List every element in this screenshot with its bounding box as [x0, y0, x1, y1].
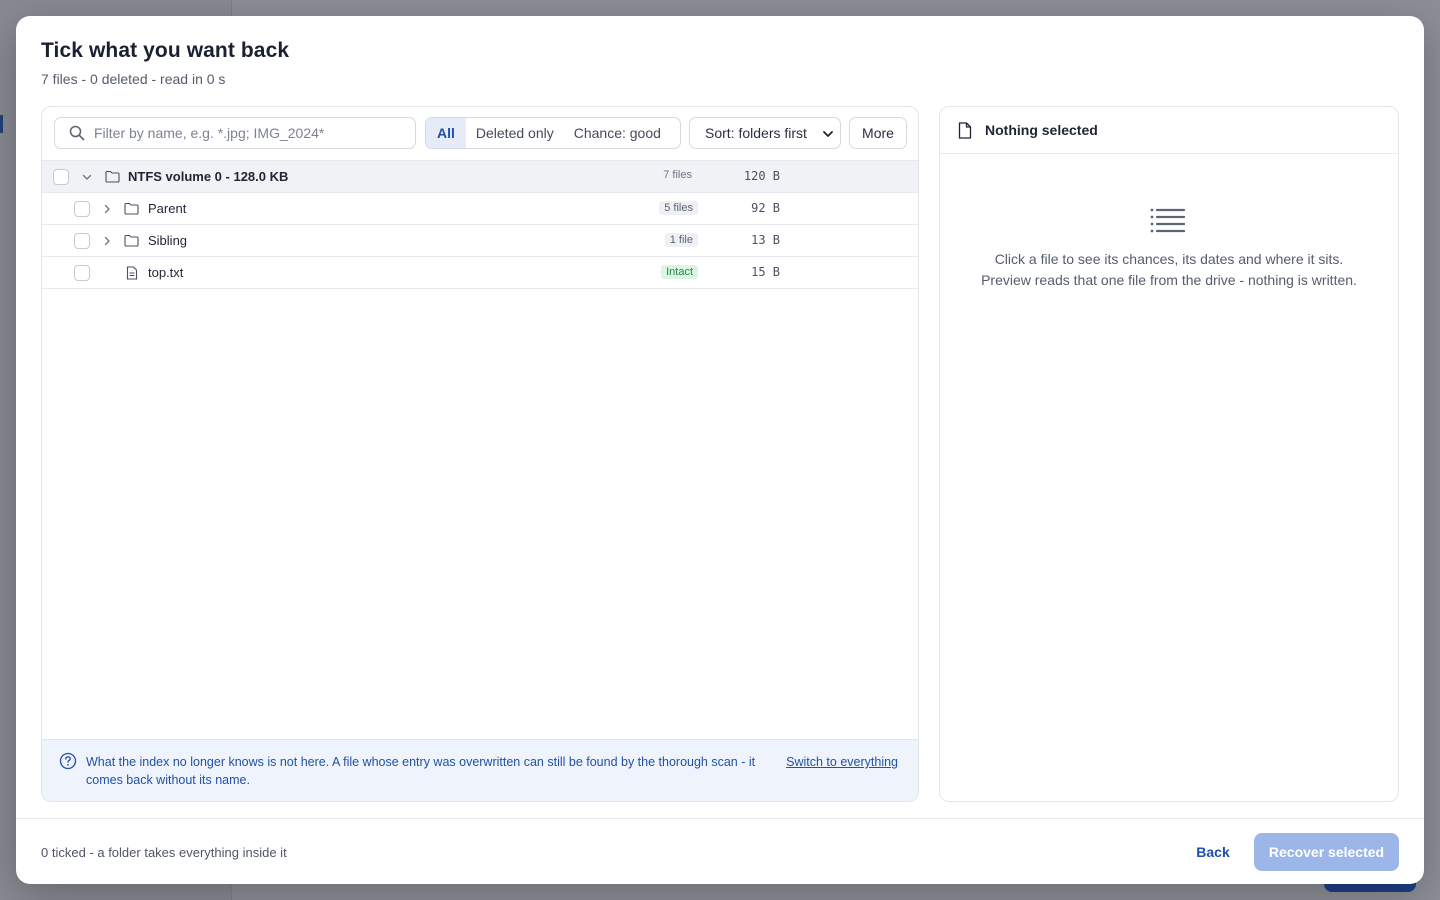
filter-all-tab[interactable]: All	[426, 118, 466, 148]
chevron-right-icon[interactable]	[101, 203, 113, 215]
search-input[interactable]	[94, 125, 394, 141]
recover-selected-button[interactable]: Recover selected	[1254, 833, 1399, 871]
file-icon	[958, 122, 972, 139]
root-file-count: 7 files	[663, 169, 692, 181]
root-checkbox[interactable]	[53, 169, 69, 185]
dialog-subtitle: 7 files - 0 deleted - read in 0 s	[41, 71, 226, 87]
folder-name: Sibling	[148, 233, 188, 248]
file-tree: NTFS volume 0 - 128.0 KB 7 files 120 B P…	[42, 160, 918, 289]
intact-status-badge: Intact	[661, 265, 698, 279]
details-header: Nothing selected	[940, 107, 1398, 154]
file-count-badge: 5 files	[659, 201, 698, 215]
details-panel: Nothing selected Click a file to see its…	[939, 106, 1399, 802]
switch-to-everything-link[interactable]: Switch to everything	[786, 755, 898, 769]
file-name: top.txt	[148, 265, 184, 280]
background-nav-accent	[0, 115, 3, 133]
item-size: 15 B	[751, 265, 780, 279]
dialog-footer: 0 ticked - a folder takes everything ins…	[16, 818, 1424, 884]
sort-select[interactable]: Sort: folders first	[689, 117, 841, 149]
chevron-right-icon[interactable]	[101, 235, 113, 247]
tree-row-sibling[interactable]: Sibling 1 file 13 B	[42, 225, 918, 257]
filter-deleted-only-tab[interactable]: Deleted only	[466, 118, 564, 148]
root-name: NTFS volume 0 - 128.0 KB	[128, 169, 289, 184]
root-size: 120 B	[743, 169, 780, 183]
sort-select-label: Sort: folders first	[705, 125, 807, 141]
filter-chance-good-tab[interactable]: Chance: good	[564, 118, 671, 148]
chevron-down-icon[interactable]	[81, 171, 93, 183]
folder-icon	[105, 170, 120, 183]
details-empty-text: Click a file to see its chances, its dat…	[981, 251, 1357, 288]
item-size: 92 B	[751, 201, 780, 215]
file-checkbox[interactable]	[74, 265, 90, 281]
chevron-down-icon	[823, 131, 833, 137]
tree-row-root[interactable]: NTFS volume 0 - 128.0 KB 7 files 120 B	[42, 160, 918, 193]
recover-dialog: Tick what you want back 7 files - 0 dele…	[16, 16, 1424, 884]
dialog-title: Tick what you want back	[41, 39, 290, 62]
folder-icon	[124, 234, 139, 247]
text-file-icon	[126, 266, 138, 280]
info-text: What the index no longer knows is not he…	[86, 755, 756, 787]
more-button[interactable]: More	[849, 117, 907, 149]
search-icon	[69, 125, 85, 141]
sibling-checkbox[interactable]	[74, 233, 90, 249]
file-count-badge: 1 file	[664, 233, 698, 247]
back-button[interactable]: Back	[1181, 833, 1245, 871]
details-title: Nothing selected	[985, 122, 1098, 138]
tree-row-parent[interactable]: Parent 5 files 92 B	[42, 193, 918, 225]
index-info-banner: What the index no longer knows is not he…	[42, 739, 918, 801]
tree-row-top-txt[interactable]: top.txt Intact 15 B	[42, 257, 918, 289]
list-icon	[1150, 208, 1186, 233]
item-size: 13 B	[751, 233, 780, 247]
folder-icon	[124, 202, 139, 215]
folder-name: Parent	[148, 201, 187, 216]
parent-checkbox[interactable]	[74, 201, 90, 217]
browser-toolbar: All Deleted only Chance: good Sort: fold…	[42, 107, 918, 160]
selection-status: 0 ticked - a folder takes everything ins…	[41, 845, 287, 860]
help-circle-icon	[59, 752, 77, 770]
filter-segmented-control: All Deleted only Chance: good	[425, 117, 681, 149]
file-browser-panel: All Deleted only Chance: good Sort: fold…	[41, 106, 919, 802]
search-box[interactable]	[54, 117, 416, 149]
